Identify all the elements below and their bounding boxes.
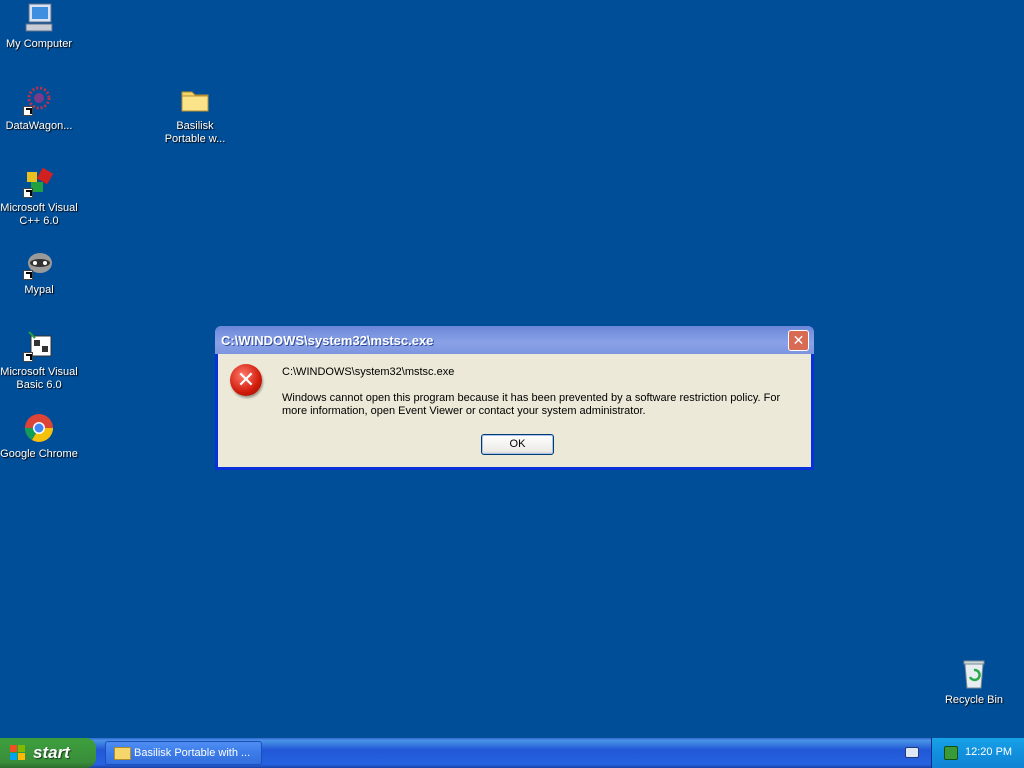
desktop-icon-label: Mypal <box>24 284 54 296</box>
chrome-icon <box>23 412 55 444</box>
visual-cpp-icon <box>23 166 55 198</box>
taskbar: start Basilisk Portable with ... 12:20 P… <box>0 738 1024 768</box>
desktop-icon-visual-basic[interactable]: Microsoft Visual Basic 6.0 <box>0 330 78 392</box>
start-button[interactable]: start <box>0 738 96 768</box>
start-label: start <box>33 743 70 762</box>
desktop-icon-label: DataWagon... <box>5 120 73 132</box>
recycle-bin-icon <box>958 658 990 690</box>
close-icon: ✕ <box>792 332 805 348</box>
desktop-icon-label: Google Chrome <box>0 448 78 460</box>
desktop-icon-label: Basilisk Portable w... <box>164 120 226 145</box>
dialog-title: C:\WINDOWS\system32\mstsc.exe <box>221 333 434 348</box>
dialog-titlebar[interactable]: C:\WINDOWS\system32\mstsc.exe ✕ <box>215 326 814 354</box>
error-dialog: C:\WINDOWS\system32\mstsc.exe ✕ ✕ C:\WIN… <box>215 326 814 470</box>
desktop-icon-basilisk-folder[interactable]: Basilisk Portable w... <box>156 84 234 146</box>
shortcut-arrow-icon <box>23 106 33 116</box>
dialog-message: Windows cannot open this program because… <box>282 392 781 417</box>
desktop-icon-my-computer[interactable]: My Computer <box>0 2 78 51</box>
clock[interactable]: 12:20 PM <box>965 746 1012 758</box>
keyboard-icon[interactable] <box>905 747 919 758</box>
mypal-icon <box>23 248 55 280</box>
shortcut-arrow-icon <box>23 352 33 362</box>
my-computer-icon <box>23 2 55 34</box>
network-icon[interactable] <box>944 746 958 760</box>
shortcut-arrow-icon <box>23 188 33 198</box>
ok-button[interactable]: OK <box>481 434 554 455</box>
desktop-icon-datawagon[interactable]: DataWagon... <box>0 84 78 133</box>
close-button[interactable]: ✕ <box>788 330 809 351</box>
folder-icon <box>114 747 131 760</box>
error-icon: ✕ <box>230 364 262 396</box>
datawagon-icon <box>23 84 55 116</box>
desktop-icon-label: Microsoft Visual Basic 6.0 <box>0 366 78 391</box>
taskbar-item-label: Basilisk Portable with ... <box>134 747 251 759</box>
desktop-icon-google-chrome[interactable]: Google Chrome <box>0 412 78 461</box>
desktop-icon-visual-cpp[interactable]: Microsoft Visual C++ 6.0 <box>0 166 78 228</box>
folder-icon <box>179 84 211 116</box>
system-tray: 12:20 PM <box>931 738 1024 768</box>
windows-flag-icon <box>10 745 26 761</box>
desktop-icon-label: Recycle Bin <box>944 694 1004 706</box>
desktop-icon-mypal[interactable]: Mypal <box>0 248 78 297</box>
desktop-icon-label: My Computer <box>5 38 73 50</box>
visual-basic-icon <box>23 330 55 362</box>
dialog-path-text: C:\WINDOWS\system32\mstsc.exe <box>282 366 455 378</box>
desktop-icon-recycle-bin[interactable]: Recycle Bin <box>935 658 1013 707</box>
taskbar-item-basilisk[interactable]: Basilisk Portable with ... <box>105 741 262 765</box>
shortcut-arrow-icon <box>23 270 33 280</box>
desktop-icon-label: Microsoft Visual C++ 6.0 <box>0 202 78 227</box>
